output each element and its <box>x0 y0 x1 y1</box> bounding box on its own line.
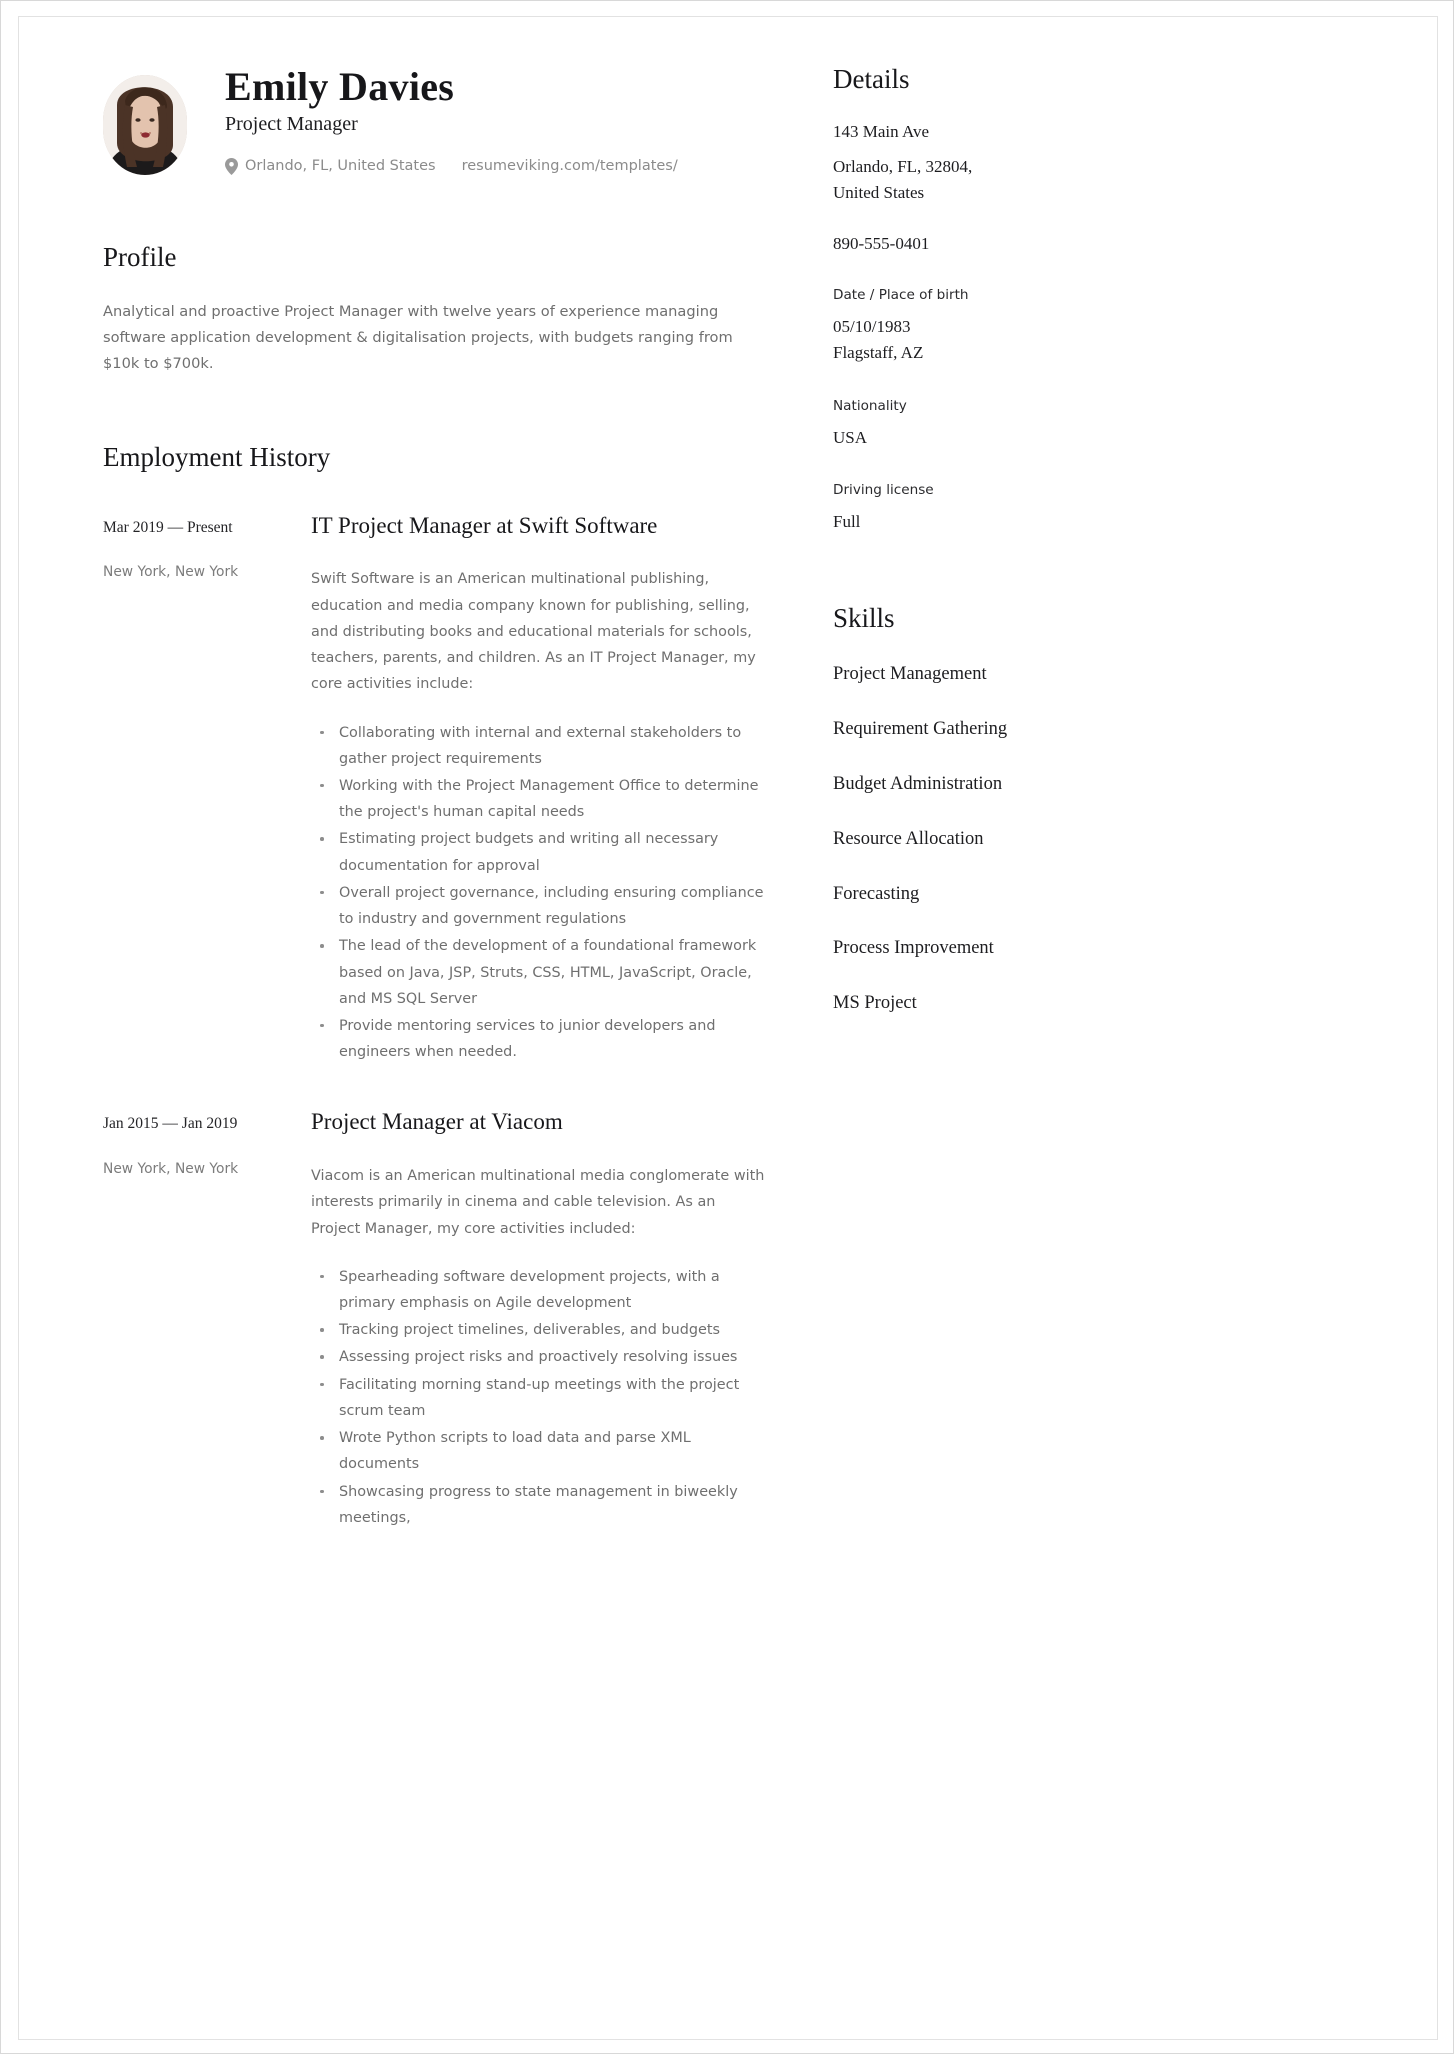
list-item: Facilitating morning stand-up meetings w… <box>311 1372 769 1424</box>
employment-title: Project Manager at Viacom <box>311 1109 563 1135</box>
resume-page: Emily Davies Project Manager Orlando, FL… <box>0 0 1454 2054</box>
employment-bullet-list: Spearheading software development projec… <box>311 1264 769 1531</box>
avatar <box>103 75 187 175</box>
employment-body: Project Manager at Viacom Viacom is an A… <box>307 1108 769 1532</box>
detail-label-driving-license: Driving license <box>833 482 934 499</box>
resume-sheet: Emily Davies Project Manager Orlando, FL… <box>19 17 1437 2039</box>
list-item: Assessing project risks and proactively … <box>311 1344 769 1370</box>
list-item: Provide mentoring services to junior dev… <box>311 1013 769 1065</box>
employment-heading: Employment History <box>103 442 331 473</box>
employment-description: Viacom is an American multinational medi… <box>311 1168 765 1237</box>
list-item: Process Improvement <box>833 938 994 959</box>
employment-bullet-list: Collaborating with internal and external… <box>311 720 769 1066</box>
contact-website[interactable]: resumeviking.com/templates/ <box>462 158 678 174</box>
list-item: Overall project governance, including en… <box>311 880 769 932</box>
list-item: Budget Administration <box>833 773 1003 794</box>
list-item: Project Management <box>833 663 987 684</box>
contact-location: Orlando, FL, United States <box>225 157 436 175</box>
employment-dates: Jan 2015 — Jan 2019 <box>103 1115 238 1133</box>
main-column: Emily Davies Project Manager Orlando, FL… <box>19 63 779 1532</box>
skills-section: Skills Project Management Requirement Ga… <box>833 602 1299 1018</box>
list-item: MS Project <box>833 993 917 1014</box>
list-item: Spearheading software development projec… <box>311 1264 769 1316</box>
detail-label-nationality: Nationality <box>833 397 907 414</box>
list-item: The lead of the development of a foundat… <box>311 933 769 1012</box>
employment-location: New York, New York <box>103 563 239 580</box>
list-item: Forecasting <box>833 883 920 904</box>
list-item: Working with the Project Management Offi… <box>311 773 769 825</box>
resume-columns: Emily Davies Project Manager Orlando, FL… <box>19 17 1437 1532</box>
detail-value-birth: 05/10/1983 Flagstaff, AZ <box>833 317 924 363</box>
detail-value-nationality: USA <box>833 427 868 447</box>
profile-heading: Profile <box>103 242 177 272</box>
detail-address-line1: 143 Main Ave <box>833 122 930 142</box>
list-item: Wrote Python scripts to load data and pa… <box>311 1425 769 1477</box>
list-item: Showcasing progress to state management … <box>311 1479 769 1531</box>
employment-entry: Mar 2019 — Present New York, New York IT… <box>103 512 769 1067</box>
list-item: Collaborating with internal and external… <box>311 720 769 772</box>
employment-section: Employment History Mar 2019 — Present Ne… <box>103 441 769 1532</box>
employment-description: Swift Software is an American multinatio… <box>311 571 756 693</box>
detail-phone: 890-555-0401 <box>833 233 930 253</box>
employment-body: IT Project Manager at Swift Software Swi… <box>307 512 769 1067</box>
employment-entry: Jan 2015 — Jan 2019 New York, New York P… <box>103 1108 769 1532</box>
details-heading: Details <box>833 64 910 94</box>
page-title: Emily Davies <box>225 64 455 109</box>
contact-row: Orlando, FL, United States resumeviking.… <box>225 157 678 175</box>
list-item: Tracking project timelines, deliverables… <box>311 1317 769 1343</box>
employment-location: New York, New York <box>103 1160 239 1177</box>
list-item: Estimating project budgets and writing a… <box>311 826 769 878</box>
contact-website-text: resumeviking.com/templates/ <box>461 158 678 175</box>
resume-header: Emily Davies Project Manager Orlando, FL… <box>103 63 769 175</box>
contact-location-text: Orlando, FL, United States <box>245 158 436 175</box>
skills-heading: Skills <box>833 602 895 633</box>
map-pin-icon <box>225 157 238 175</box>
list-item: Requirement Gathering <box>833 718 1008 739</box>
list-item: Resource Allocation <box>833 828 984 849</box>
detail-value-driving-license: Full <box>833 512 861 532</box>
profile-text: Analytical and proactive Project Manager… <box>103 303 733 373</box>
employment-meta: Mar 2019 — Present New York, New York <box>103 512 307 1067</box>
detail-address-line2: Orlando, FL, 32804, United States <box>833 156 973 203</box>
header-job-title: Project Manager <box>225 112 358 135</box>
skills-list: Project Management Requirement Gathering… <box>833 662 1299 1017</box>
employment-title: IT Project Manager at Swift Software <box>311 512 658 538</box>
header-text: Emily Davies Project Manager Orlando, FL… <box>187 63 678 175</box>
profile-section: Profile Analytical and proactive Project… <box>103 241 769 377</box>
detail-label-birth: Date / Place of birth <box>833 287 969 304</box>
sidebar-column: Details 143 Main Ave Orlando, FL, 32804,… <box>779 63 1339 1532</box>
employment-dates: Mar 2019 — Present <box>103 518 233 536</box>
employment-meta: Jan 2015 — Jan 2019 New York, New York <box>103 1108 307 1532</box>
details-section: Details 143 Main Ave Orlando, FL, 32804,… <box>833 63 1299 536</box>
